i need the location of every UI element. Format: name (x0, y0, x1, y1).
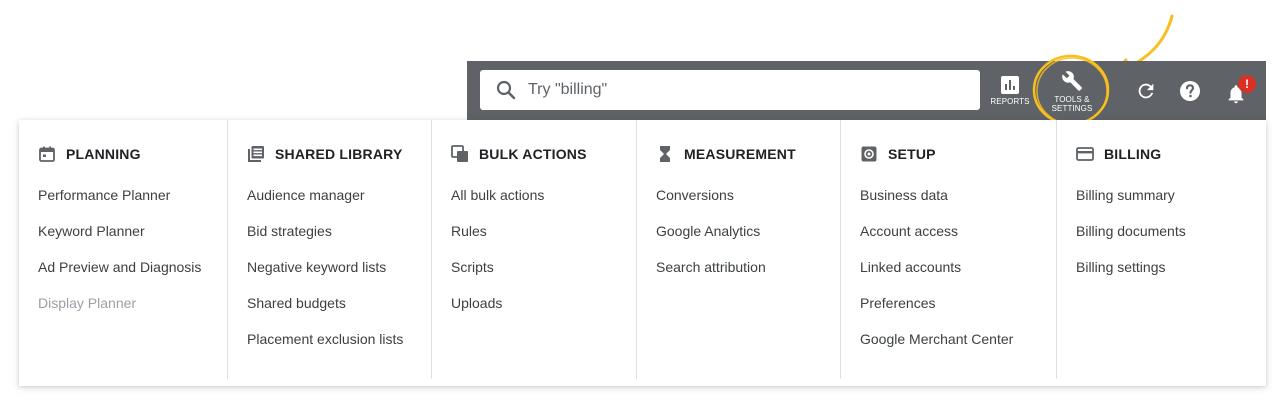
search-box[interactable] (480, 70, 980, 110)
menu-item-google-merchant-center[interactable]: Google Merchant Center (860, 328, 1013, 364)
hourglass-icon (660, 146, 670, 162)
refresh-button[interactable] (1131, 61, 1161, 120)
column-setup: SETUP Business data Account access Linke… (841, 120, 1057, 379)
column-title: PLANNING (66, 146, 141, 162)
column-header: SETUP (860, 144, 936, 164)
menu-item-search-attribution[interactable]: Search attribution (656, 256, 766, 292)
column-header: BILLING (1076, 144, 1161, 164)
menu-item-bid-strategies[interactable]: Bid strategies (247, 220, 403, 256)
column-header: SHARED LIBRARY (247, 144, 403, 164)
tools-label-line2: SETTINGS (1051, 103, 1093, 113)
help-icon (1180, 80, 1200, 101)
reports-button[interactable]: REPORTS (987, 61, 1033, 120)
column-billing: BILLING Billing summary Billing document… (1057, 120, 1266, 379)
menu-item-billing-summary[interactable]: Billing summary (1076, 184, 1186, 220)
calendar-icon (39, 146, 55, 162)
tools-settings-dropdown: PLANNING Performance Planner Keyword Pla… (19, 120, 1266, 386)
column-header: PLANNING (38, 144, 141, 164)
column-title: BULK ACTIONS (479, 146, 587, 162)
top-toolbar: REPORTS TOOLS & SETTINGS ! (467, 61, 1266, 120)
menu-item-business-data[interactable]: Business data (860, 184, 1013, 220)
bar-chart-icon (1001, 76, 1019, 94)
search-icon (496, 80, 516, 100)
menu-item-placement-exclusion-lists[interactable]: Placement exclusion lists (247, 328, 403, 364)
menu-item-uploads[interactable]: Uploads (451, 292, 544, 328)
column-shared-library: SHARED LIBRARY Audience manager Bid stra… (228, 120, 432, 379)
menu-item-audience-manager[interactable]: Audience manager (247, 184, 403, 220)
menu-item-conversions[interactable]: Conversions (656, 184, 766, 220)
search-input[interactable] (528, 70, 968, 110)
column-bulk-actions: BULK ACTIONS All bulk actions Rules Scri… (432, 120, 637, 379)
menu-item-linked-accounts[interactable]: Linked accounts (860, 256, 1013, 292)
menu-item-ad-preview[interactable]: Ad Preview and Diagnosis (38, 256, 201, 292)
column-title: SETUP (888, 146, 936, 162)
copy-icon (451, 145, 468, 162)
tools-label-line1: TOOLS & (1054, 94, 1090, 104)
menu-item-display-planner: Display Planner (38, 295, 137, 311)
column-title: BILLING (1104, 146, 1162, 162)
menu-item-rules[interactable]: Rules (451, 220, 544, 256)
refresh-icon (1138, 83, 1154, 98)
menu-item-keyword-planner[interactable]: Keyword Planner (38, 220, 201, 256)
tools-settings-button[interactable]: TOOLS & SETTINGS (1041, 61, 1103, 120)
menu-item-billing-settings[interactable]: Billing settings (1076, 256, 1186, 292)
notifications-button[interactable]: ! (1219, 61, 1256, 120)
menu-item-scripts[interactable]: Scripts (451, 256, 544, 292)
menu-item-shared-budgets[interactable]: Shared budgets (247, 292, 403, 328)
column-planning: PLANNING Performance Planner Keyword Pla… (19, 120, 228, 379)
menu-item-google-analytics[interactable]: Google Analytics (656, 220, 766, 256)
column-title: MEASUREMENT (684, 146, 796, 162)
credit-card-icon (1076, 147, 1094, 161)
column-header: BULK ACTIONS (451, 144, 587, 164)
notification-badge: ! (1238, 75, 1256, 93)
menu-item-account-access[interactable]: Account access (860, 220, 1013, 256)
settings-box-icon (861, 146, 877, 162)
column-title: SHARED LIBRARY (275, 146, 403, 162)
wrench-icon (1062, 70, 1082, 91)
menu-item-performance-planner[interactable]: Performance Planner (38, 184, 201, 220)
help-button[interactable] (1175, 61, 1205, 120)
menu-item-all-bulk-actions[interactable]: All bulk actions (451, 184, 544, 220)
menu-item-billing-documents[interactable]: Billing documents (1076, 220, 1186, 256)
menu-item-preferences[interactable]: Preferences (860, 292, 1013, 328)
library-icon (248, 146, 264, 162)
column-header: MEASUREMENT (656, 144, 796, 164)
menu-item-negative-keyword-lists[interactable]: Negative keyword lists (247, 256, 403, 292)
reports-label: REPORTS (990, 97, 1030, 106)
column-measurement: MEASUREMENT Conversions Google Analytics… (637, 120, 841, 379)
